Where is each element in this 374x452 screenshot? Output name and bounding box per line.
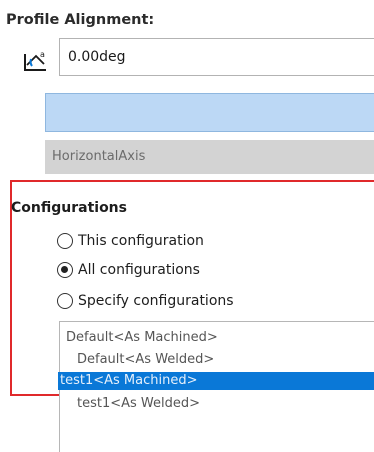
angle-input[interactable]: 0.00deg [59, 38, 374, 76]
list-item[interactable]: test1<As Welded> [60, 395, 374, 413]
radio-specify-configurations[interactable]: Specify configurations [57, 291, 234, 311]
radio-label: Specify configurations [78, 293, 234, 309]
selection-box[interactable] [45, 93, 374, 132]
axis-field[interactable]: HorizontalAxis [45, 140, 374, 174]
list-item[interactable]: Default<As Machined> [60, 329, 374, 347]
radio-button[interactable] [57, 262, 73, 278]
radio-label: All configurations [78, 262, 200, 278]
radio-all-configurations[interactable]: All configurations [57, 260, 200, 280]
radio-button[interactable] [57, 293, 73, 309]
radio-this-configuration[interactable]: This configuration [57, 231, 204, 251]
radio-button[interactable] [57, 233, 73, 249]
angle-icon: a [22, 48, 50, 74]
radio-label: This configuration [78, 233, 204, 249]
svg-text:a: a [40, 50, 45, 59]
configuration-list[interactable]: Default<As Machined> Default<As Welded> … [58, 321, 374, 452]
profile-alignment-title: Profile Alignment: [6, 12, 155, 28]
list-item-selected[interactable]: test1<As Machined> [58, 372, 374, 390]
list-item[interactable]: Default<As Welded> [60, 351, 374, 369]
configurations-title: Configurations [11, 200, 127, 216]
